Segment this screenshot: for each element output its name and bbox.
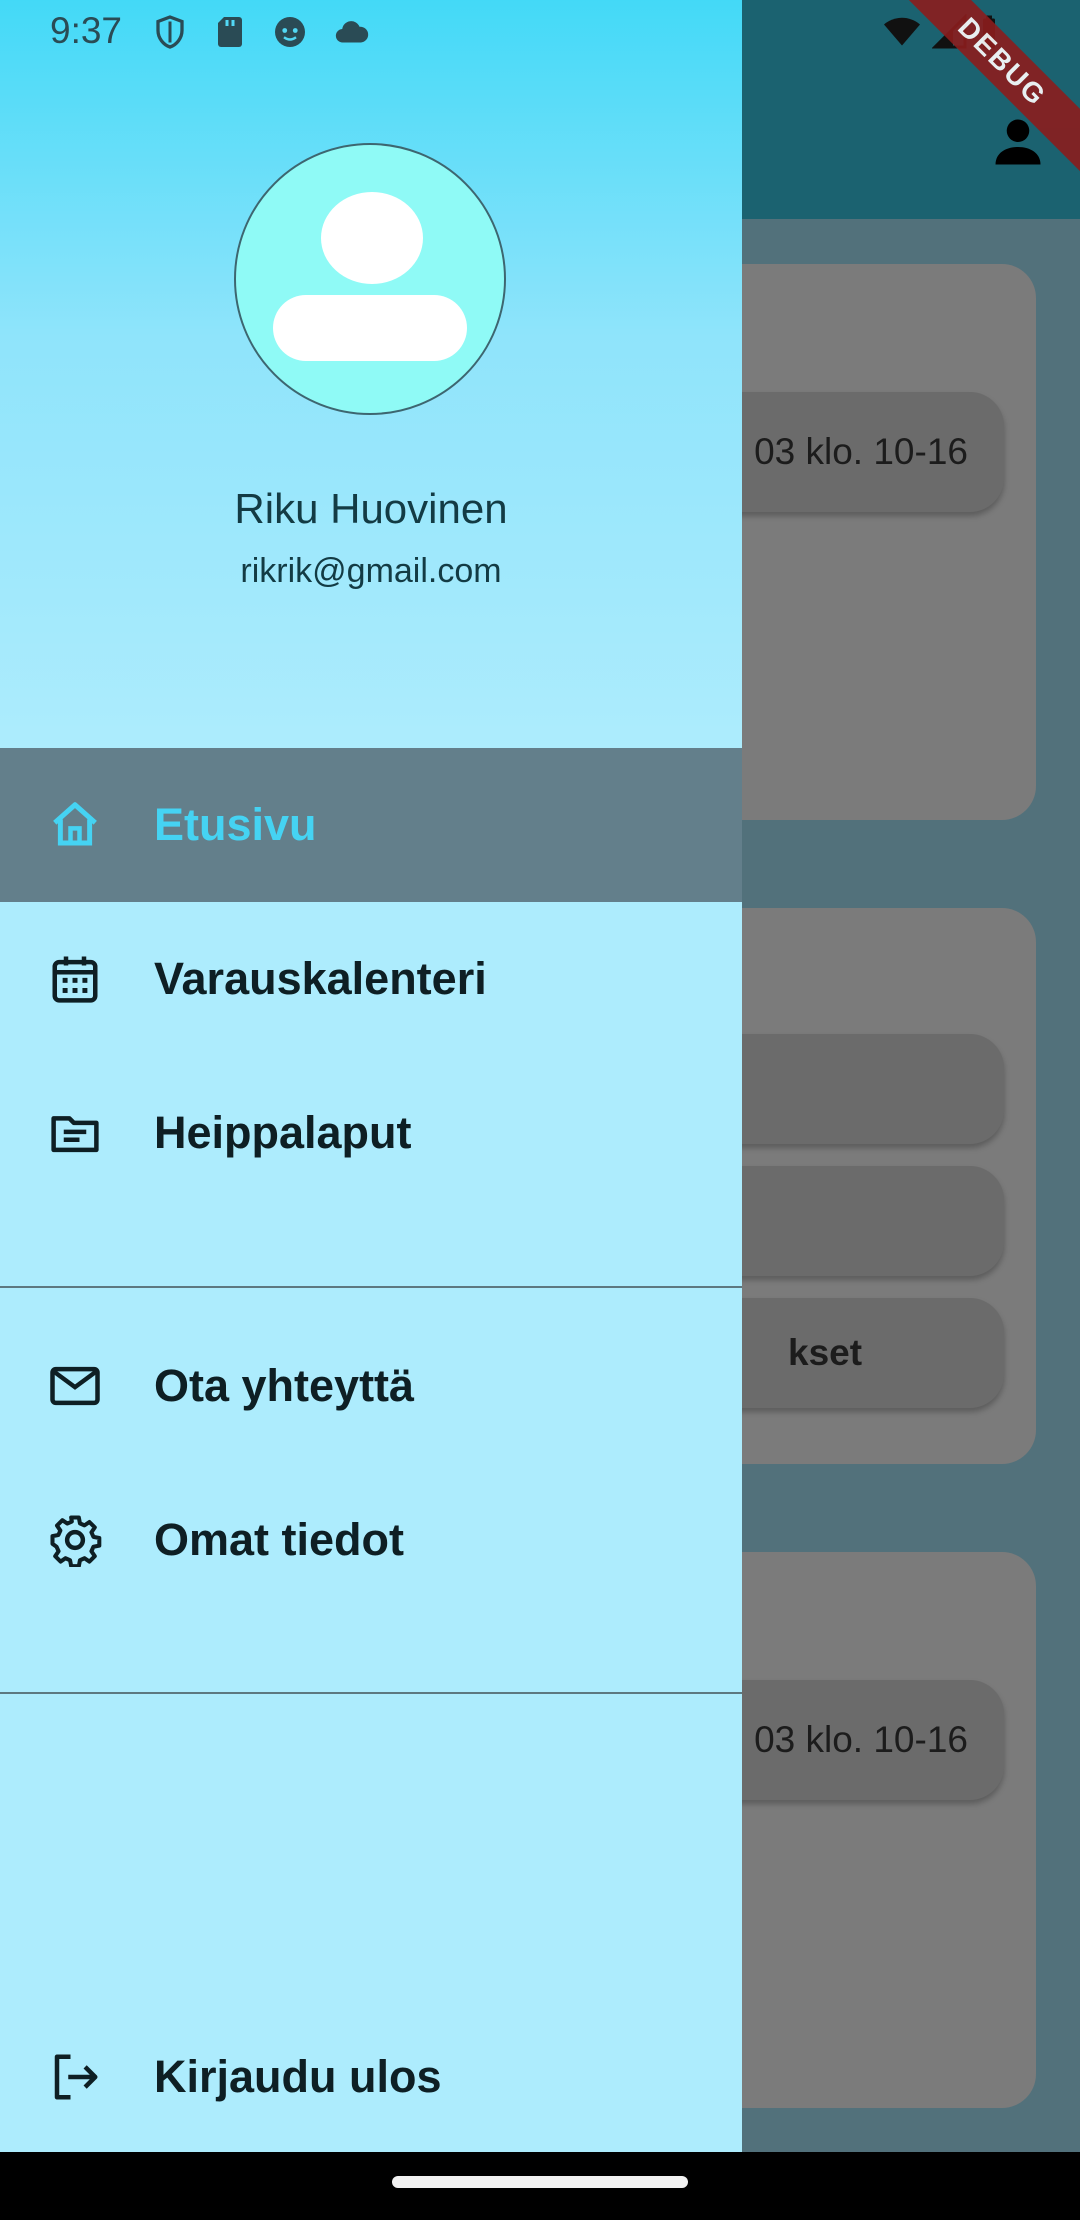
avatar-body	[273, 295, 467, 361]
menu-item-label: Ota yhteyttä	[154, 1360, 415, 1411]
drawer-header: Riku Huovinen rikrik@gmail.com	[0, 0, 742, 748]
menu-item-omat-tiedot[interactable]: Omat tiedot	[0, 1463, 742, 1617]
user-email: rikrik@gmail.com	[240, 552, 502, 590]
menu-item-label: Heippalaput	[154, 1107, 412, 1158]
navigation-drawer: Riku Huovinen rikrik@gmail.com Etusivu V…	[0, 0, 742, 2152]
menu-item-label: Varauskalenteri	[154, 953, 487, 1004]
menu-item-label: Omat tiedot	[154, 1514, 405, 1565]
menu-divider	[0, 1286, 742, 1288]
shield-icon	[156, 15, 184, 49]
user-name: Riku Huovinen	[234, 485, 508, 532]
avatar[interactable]	[234, 143, 506, 415]
settings-icon	[50, 1515, 102, 1567]
menu-item-label: Etusivu	[154, 799, 317, 850]
background-pill-text: 03 klo. 10-16	[754, 1719, 968, 1760]
home-gesture-handle[interactable]	[392, 2176, 688, 2188]
notes-icon	[51, 1116, 99, 1153]
avatar-head	[321, 192, 423, 284]
system-navigation-bar	[0, 2152, 1080, 2220]
menu-item-varauskalenteri[interactable]: Varauskalenteri	[0, 902, 742, 1056]
menu-item-kirjaudu-ulos[interactable]: Kirjaudu ulos	[0, 2000, 742, 2154]
sd-card-icon	[218, 17, 242, 47]
background-pill-text: 03 klo. 10-16	[754, 431, 968, 472]
menu-item-label: Kirjaudu ulos	[154, 2051, 442, 2102]
calendar-icon	[52, 956, 98, 1003]
cloud-icon	[335, 21, 369, 43]
background-pill-text: kset	[788, 1332, 863, 1373]
menu-item-etusivu[interactable]: Etusivu	[0, 748, 742, 902]
logout-icon	[54, 2054, 98, 2100]
home-icon	[53, 802, 97, 846]
menu-divider	[0, 1692, 742, 1694]
mail-icon	[50, 1366, 100, 1406]
menu-item-heippalaput[interactable]: Heippalaput	[0, 1056, 742, 1210]
android-face-icon	[275, 17, 305, 47]
menu-item-ota-yhteytta[interactable]: Ota yhteyttä	[0, 1309, 742, 1463]
status-time: 9:37	[50, 10, 123, 51]
wifi-icon	[884, 17, 920, 46]
